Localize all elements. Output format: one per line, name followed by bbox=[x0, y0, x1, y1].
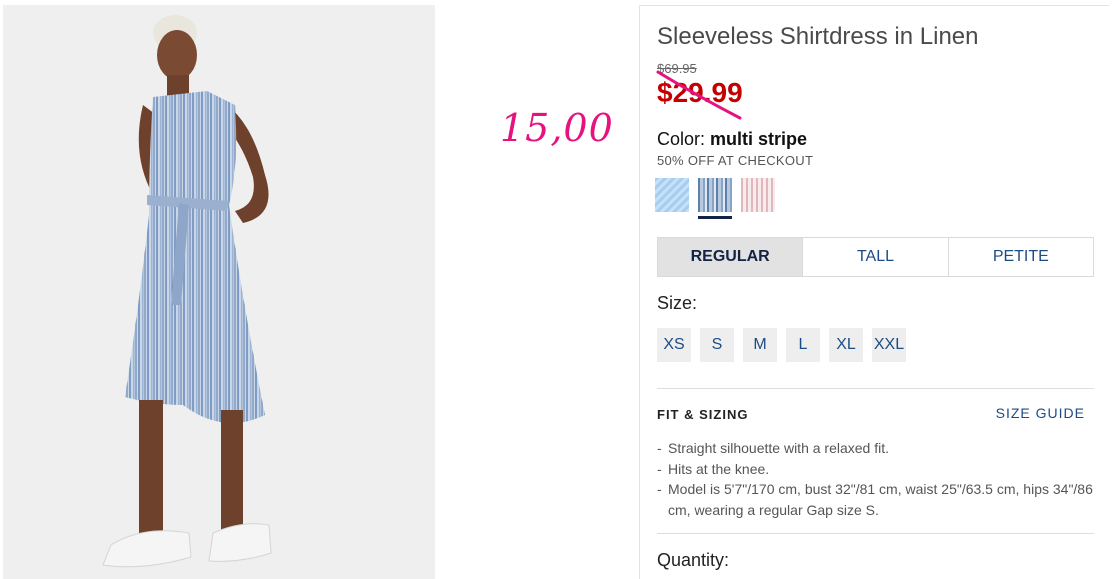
handwritten-price-annotation: 15,00 bbox=[500, 106, 614, 150]
list-item: - Straight silhouette with a relaxed fit… bbox=[657, 438, 1094, 459]
product-image bbox=[3, 5, 435, 579]
list-item: - Model is 5'7"/170 cm, bust 32"/81 cm, … bbox=[657, 479, 1094, 520]
fit-details-list: - Straight silhouette with a relaxed fit… bbox=[657, 438, 1094, 520]
size-button-xxl[interactable]: XXL bbox=[872, 328, 906, 362]
swatch-pink-stripe[interactable] bbox=[741, 178, 775, 212]
divider bbox=[657, 388, 1094, 389]
sale-price: $29.99 bbox=[657, 77, 743, 108]
fit-sizing-heading: FIT & SIZING bbox=[657, 407, 749, 422]
size-label: Size: bbox=[657, 293, 698, 313]
product-info-panel: Sleeveless Shirtdress in Linen $69.95 $2… bbox=[639, 5, 1109, 579]
list-item: - Hits at the knee. bbox=[657, 459, 1094, 480]
fit-tab-regular[interactable]: REGULAR bbox=[658, 238, 804, 276]
size-button-m[interactable]: M bbox=[743, 328, 777, 362]
quantity-label: Quantity: bbox=[657, 550, 730, 570]
color-value: multi stripe bbox=[710, 129, 808, 149]
swatch-multi-stripe[interactable] bbox=[698, 178, 732, 212]
fit-tab-petite[interactable]: PETITE bbox=[949, 238, 1093, 276]
swatch-light-blue[interactable] bbox=[655, 178, 689, 212]
size-button-xl[interactable]: XL bbox=[829, 328, 863, 362]
divider bbox=[657, 533, 1094, 534]
promo-text: 50% OFF AT CHECKOUT bbox=[657, 153, 814, 168]
product-title: Sleeveless Shirtdress in Linen bbox=[657, 23, 979, 50]
selected-swatch-indicator bbox=[698, 216, 732, 219]
fit-selector: REGULAR TALL PETITE bbox=[657, 237, 1094, 277]
fit-detail-text: Straight silhouette with a relaxed fit. bbox=[668, 440, 890, 456]
size-button-s[interactable]: S bbox=[700, 328, 734, 362]
size-button-xs[interactable]: XS bbox=[657, 328, 691, 362]
size-button-l[interactable]: L bbox=[786, 328, 820, 362]
size-guide-link[interactable]: SIZE GUIDE bbox=[996, 405, 1085, 421]
fit-detail-text: Hits at the knee. bbox=[668, 460, 770, 477]
color-label-text: Color: bbox=[657, 129, 706, 149]
original-price: $69.95 bbox=[657, 61, 697, 76]
color-label: Color: multi stripe bbox=[657, 129, 807, 150]
fit-tab-tall[interactable]: TALL bbox=[803, 238, 949, 276]
model-dress-illustration bbox=[102, 15, 272, 568]
fit-detail-text: Model is 5'7"/170 cm, bust 32"/81 cm, wa… bbox=[668, 481, 1093, 518]
color-swatches bbox=[655, 178, 815, 222]
